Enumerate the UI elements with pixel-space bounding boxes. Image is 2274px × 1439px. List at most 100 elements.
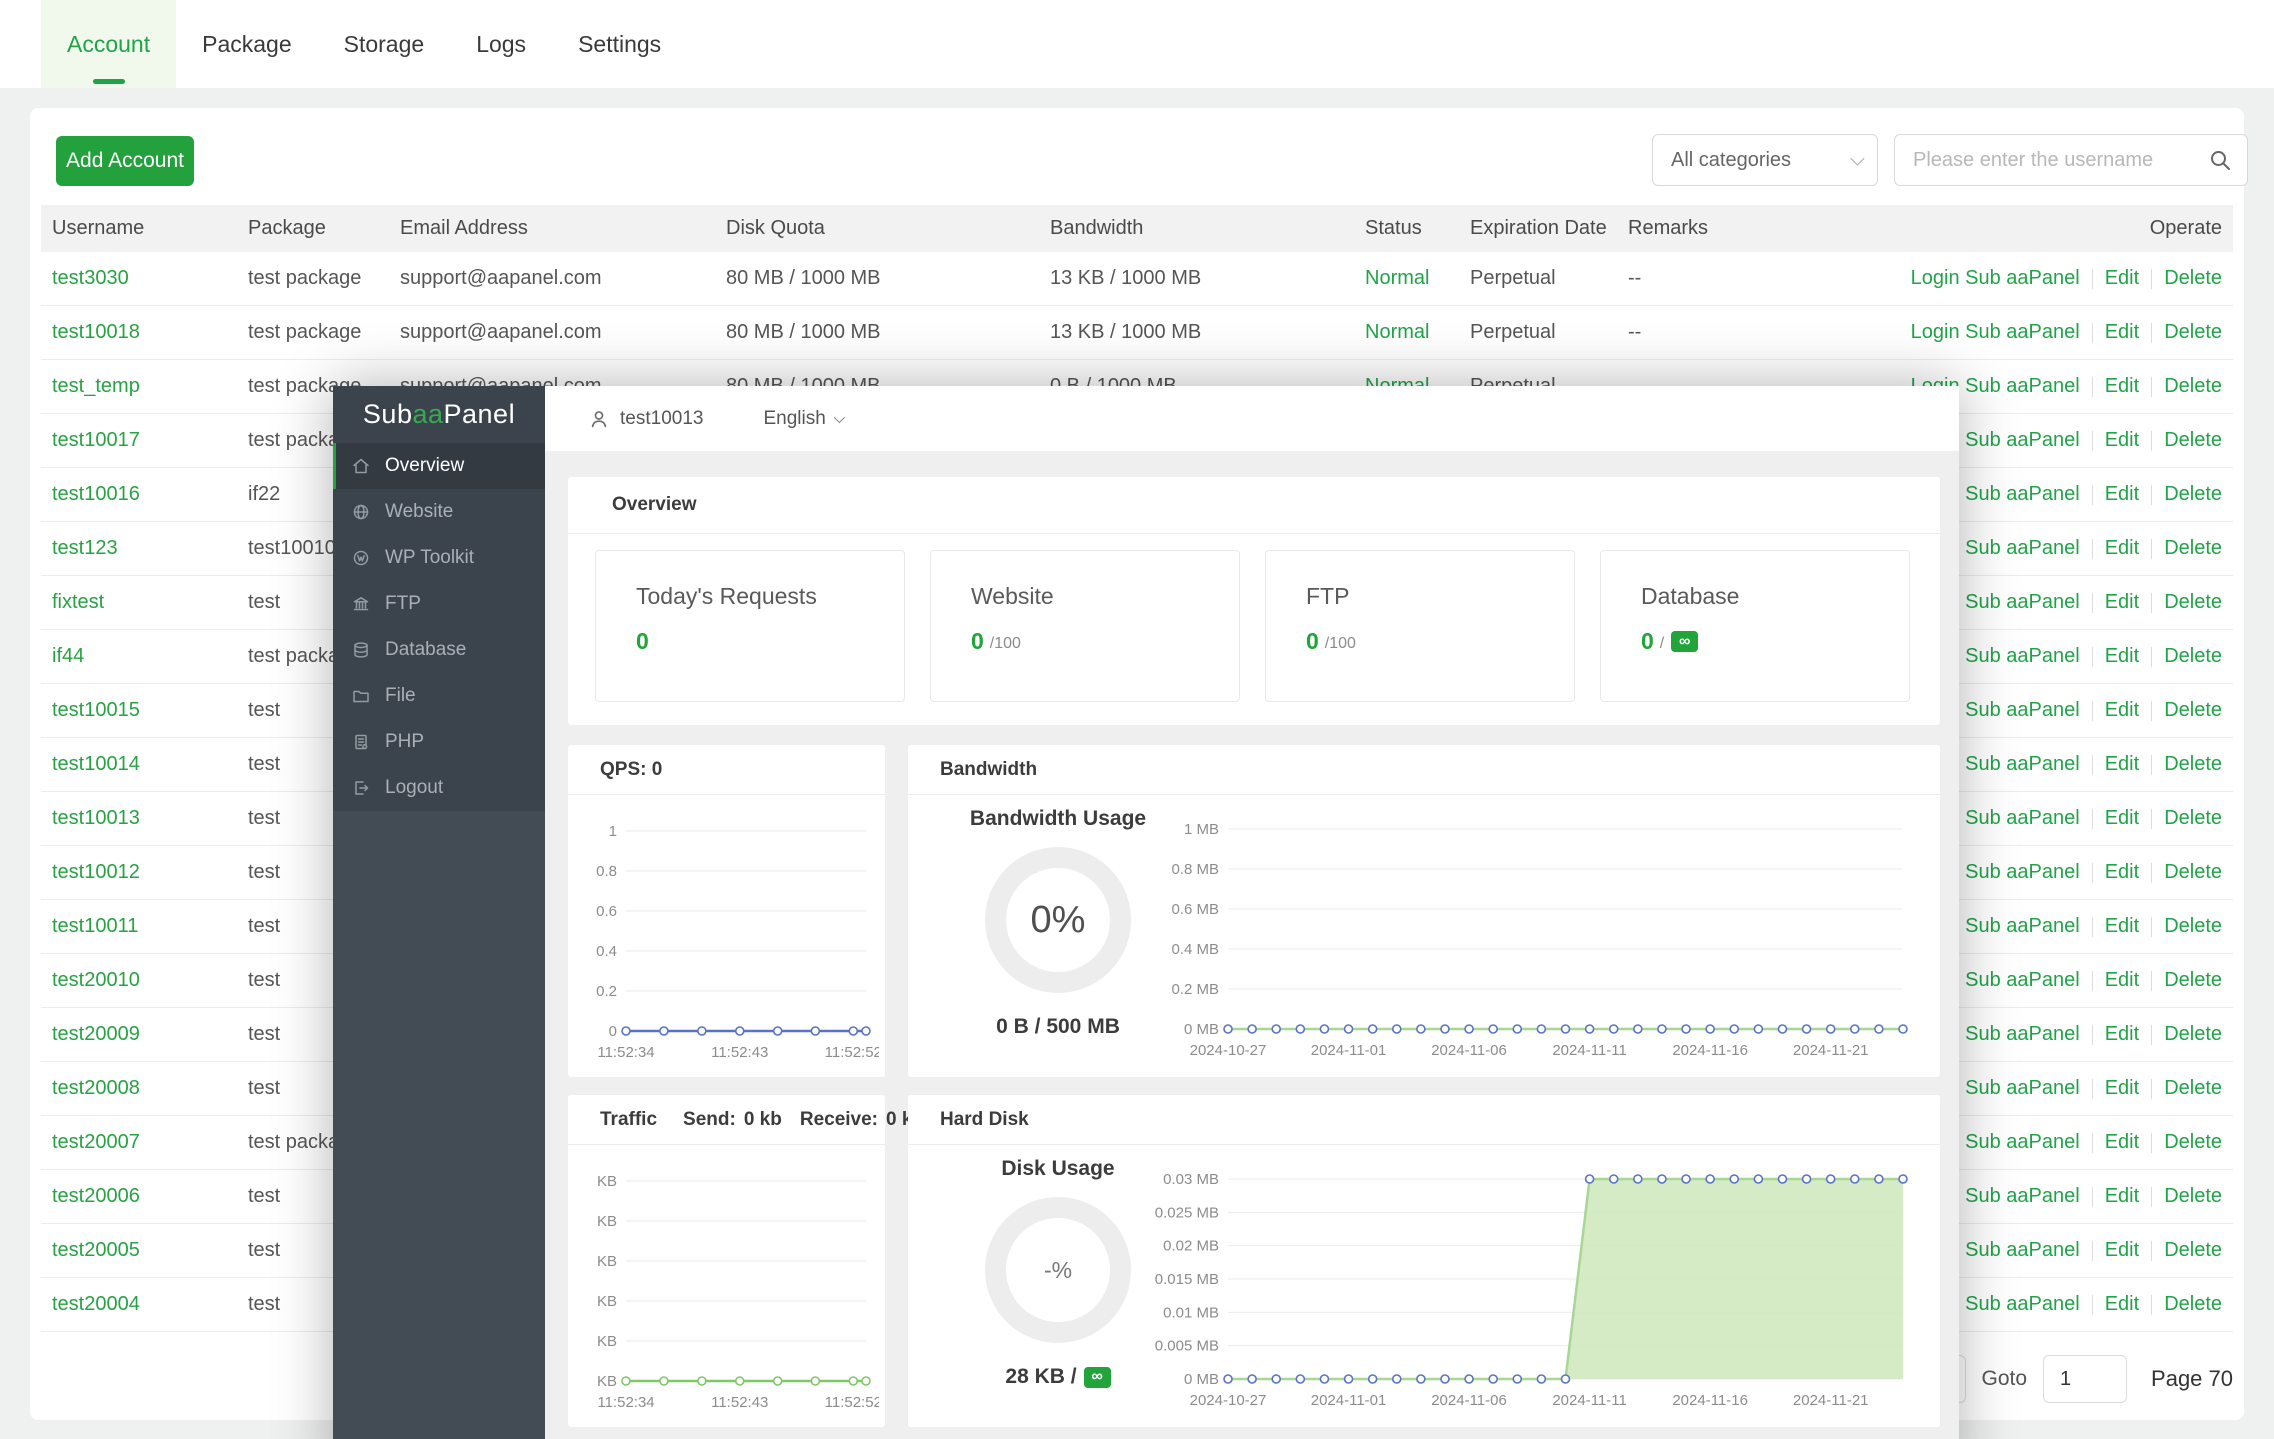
username-cell[interactable]: test10011 xyxy=(41,915,237,938)
delete-link[interactable]: Delete xyxy=(2164,537,2222,560)
delete-link[interactable]: Delete xyxy=(2164,861,2222,884)
sidebar-item-label: Logout xyxy=(385,777,443,799)
divider xyxy=(2151,377,2152,397)
tab-logs[interactable]: Logs xyxy=(450,0,552,88)
login-sub-aapanel-link[interactable]: Login Sub aaPanel xyxy=(1911,267,2080,290)
edit-link[interactable]: Edit xyxy=(2105,429,2139,452)
sidebar-item-wp-toolkit[interactable]: WP Toolkit xyxy=(333,535,545,581)
search-icon[interactable] xyxy=(2208,148,2232,172)
edit-link[interactable]: Edit xyxy=(2105,1131,2139,1154)
edit-link[interactable]: Edit xyxy=(2105,537,2139,560)
username-cell[interactable]: test_temp xyxy=(41,375,237,398)
sidebar-item-php[interactable]: PHP xyxy=(333,719,545,765)
email-cell: support@aapanel.com xyxy=(389,267,715,290)
edit-link[interactable]: Edit xyxy=(2105,321,2139,344)
edit-link[interactable]: Edit xyxy=(2105,1185,2139,1208)
ftp-icon xyxy=(351,594,371,614)
search-input[interactable] xyxy=(1895,149,2208,172)
sidebar-item-label: WP Toolkit xyxy=(385,547,474,569)
divider xyxy=(2151,593,2152,613)
username-cell[interactable]: test20009 xyxy=(41,1023,237,1046)
edit-link[interactable]: Edit xyxy=(2105,1293,2139,1316)
username-cell[interactable]: test10016 xyxy=(41,483,237,506)
delete-link[interactable]: Delete xyxy=(2164,969,2222,992)
edit-link[interactable]: Edit xyxy=(2105,1077,2139,1100)
edit-link[interactable]: Edit xyxy=(2105,645,2139,668)
delete-link[interactable]: Delete xyxy=(2164,1023,2222,1046)
tab-package[interactable]: Package xyxy=(176,0,318,88)
edit-link[interactable]: Edit xyxy=(2105,591,2139,614)
sidebar-item-label: Website xyxy=(385,501,453,523)
delete-link[interactable]: Delete xyxy=(2164,915,2222,938)
delete-link[interactable]: Delete xyxy=(2164,645,2222,668)
tab-storage[interactable]: Storage xyxy=(318,0,451,88)
category-filter-select[interactable]: All categories xyxy=(1652,134,1878,186)
edit-link[interactable]: Edit xyxy=(2105,375,2139,398)
sidebar-item-ftp[interactable]: FTP xyxy=(333,581,545,627)
sidebar-item-file[interactable]: File xyxy=(333,673,545,719)
hard-disk-card: Hard Disk Disk Usage -% 28 KB /∞ 0.03 MB… xyxy=(908,1095,1940,1427)
delete-link[interactable]: Delete xyxy=(2164,1077,2222,1100)
delete-link[interactable]: Delete xyxy=(2164,429,2222,452)
username-cell[interactable]: test10018 xyxy=(41,321,237,344)
current-username[interactable]: test10013 xyxy=(620,408,703,430)
column-header: Operate xyxy=(1787,217,2233,240)
edit-link[interactable]: Edit xyxy=(2105,915,2139,938)
username-cell[interactable]: test20005 xyxy=(41,1239,237,1262)
language-select[interactable]: English xyxy=(763,408,841,430)
delete-link[interactable]: Delete xyxy=(2164,483,2222,506)
sidebar-item-database[interactable]: Database xyxy=(333,627,545,673)
column-header: Username xyxy=(41,217,237,240)
edit-link[interactable]: Edit xyxy=(2105,969,2139,992)
delete-link[interactable]: Delete xyxy=(2164,1293,2222,1316)
delete-link[interactable]: Delete xyxy=(2164,375,2222,398)
username-cell[interactable]: test10017 xyxy=(41,429,237,452)
edit-link[interactable]: Edit xyxy=(2105,753,2139,776)
divider xyxy=(2092,863,2093,883)
add-account-button[interactable]: Add Account xyxy=(56,136,194,186)
sidebar-item-website[interactable]: Website xyxy=(333,489,545,535)
tab-account[interactable]: Account xyxy=(41,0,176,88)
sidebar-item-overview[interactable]: Overview xyxy=(333,443,545,489)
delete-link[interactable]: Delete xyxy=(2164,321,2222,344)
username-cell[interactable]: fixtest xyxy=(41,591,237,614)
username-cell[interactable]: test20007 xyxy=(41,1131,237,1154)
edit-link[interactable]: Edit xyxy=(2105,699,2139,722)
username-cell[interactable]: if44 xyxy=(41,645,237,668)
edit-link[interactable]: Edit xyxy=(2105,807,2139,830)
username-cell[interactable]: test10012 xyxy=(41,861,237,884)
sidebar-item-label: Overview xyxy=(385,455,464,477)
delete-link[interactable]: Delete xyxy=(2164,1131,2222,1154)
edit-link[interactable]: Edit xyxy=(2105,861,2139,884)
delete-link[interactable]: Delete xyxy=(2164,753,2222,776)
username-cell[interactable]: test3030 xyxy=(41,267,237,290)
delete-link[interactable]: Delete xyxy=(2164,699,2222,722)
username-cell[interactable]: test10013 xyxy=(41,807,237,830)
tab-settings[interactable]: Settings xyxy=(552,0,687,88)
svg-text:2024-11-21: 2024-11-21 xyxy=(1793,1042,1869,1059)
username-cell[interactable]: test20004 xyxy=(41,1293,237,1316)
delete-link[interactable]: Delete xyxy=(2164,267,2222,290)
username-cell[interactable]: test20008 xyxy=(41,1077,237,1100)
delete-link[interactable]: Delete xyxy=(2164,807,2222,830)
divider xyxy=(2092,647,2093,667)
edit-link[interactable]: Edit xyxy=(2105,1239,2139,1262)
sidebar-item-logout[interactable]: Logout xyxy=(333,765,545,811)
username-cell[interactable]: test123 xyxy=(41,537,237,560)
edit-link[interactable]: Edit xyxy=(2105,267,2139,290)
disk-quota-cell: 80 MB / 1000 MB xyxy=(715,267,1039,290)
username-cell[interactable]: test20006 xyxy=(41,1185,237,1208)
login-sub-aapanel-link[interactable]: Login Sub aaPanel xyxy=(1911,321,2080,344)
delete-link[interactable]: Delete xyxy=(2164,591,2222,614)
delete-link[interactable]: Delete xyxy=(2164,1239,2222,1262)
divider xyxy=(2092,269,2093,289)
table-row: test3030test packagesupport@aapanel.com8… xyxy=(41,252,2233,306)
goto-page-input[interactable] xyxy=(2043,1355,2127,1403)
edit-link[interactable]: Edit xyxy=(2105,1023,2139,1046)
username-cell[interactable]: test10015 xyxy=(41,699,237,722)
username-cell[interactable]: test20010 xyxy=(41,969,237,992)
username-cell[interactable]: test10014 xyxy=(41,753,237,776)
delete-link[interactable]: Delete xyxy=(2164,1185,2222,1208)
edit-link[interactable]: Edit xyxy=(2105,483,2139,506)
infinity-badge: ∞ xyxy=(1084,1367,1111,1388)
